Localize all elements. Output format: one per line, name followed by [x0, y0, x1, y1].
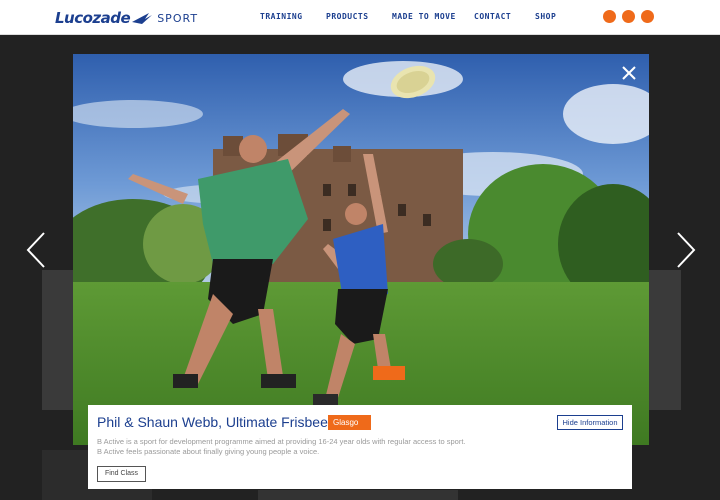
chevron-left-icon[interactable]: [24, 230, 48, 270]
nav-training[interactable]: TRAINING: [260, 12, 326, 21]
nav-made-to-move[interactable]: MADE TO MOVE: [392, 12, 474, 21]
logo-swoosh-icon: [132, 13, 153, 24]
logo-sport-label: SPORT: [157, 11, 199, 25]
social-links: [603, 10, 654, 23]
location-badge[interactable]: Glasgo: [328, 415, 371, 430]
photo-info-panel: Phil & Shaun Webb, Ultimate Frisbee Glas…: [88, 405, 632, 489]
logo-wordmark: Lucozade: [55, 9, 131, 27]
gallery-tile[interactable]: [42, 270, 74, 410]
gallery-tile[interactable]: [258, 490, 458, 500]
site-header: Lucozade SPORT TRAINING PRODUCTS MADE TO…: [0, 0, 720, 35]
main-nav: TRAINING PRODUCTS MADE TO MOVE CONTACT S…: [260, 12, 556, 21]
nav-contact[interactable]: CONTACT: [474, 12, 535, 21]
gallery-tile[interactable]: [649, 270, 681, 410]
social-icon[interactable]: [603, 10, 616, 23]
close-icon[interactable]: [619, 63, 639, 83]
chevron-right-icon[interactable]: [674, 230, 698, 270]
social-icon[interactable]: [641, 10, 654, 23]
photo-description: B Active is a sport for development prog…: [97, 437, 466, 456]
lightbox: [73, 54, 649, 445]
photo-title: Phil & Shaun Webb, Ultimate Frisbee: [97, 414, 328, 430]
brand-logo[interactable]: Lucozade SPORT: [55, 8, 198, 28]
find-class-button[interactable]: Find Class: [97, 466, 146, 482]
nav-products[interactable]: PRODUCTS: [326, 12, 392, 21]
frisbee-photo: [73, 54, 649, 445]
social-icon[interactable]: [622, 10, 635, 23]
hide-information-button[interactable]: Hide Information: [557, 415, 623, 430]
nav-shop[interactable]: SHOP: [535, 12, 556, 21]
